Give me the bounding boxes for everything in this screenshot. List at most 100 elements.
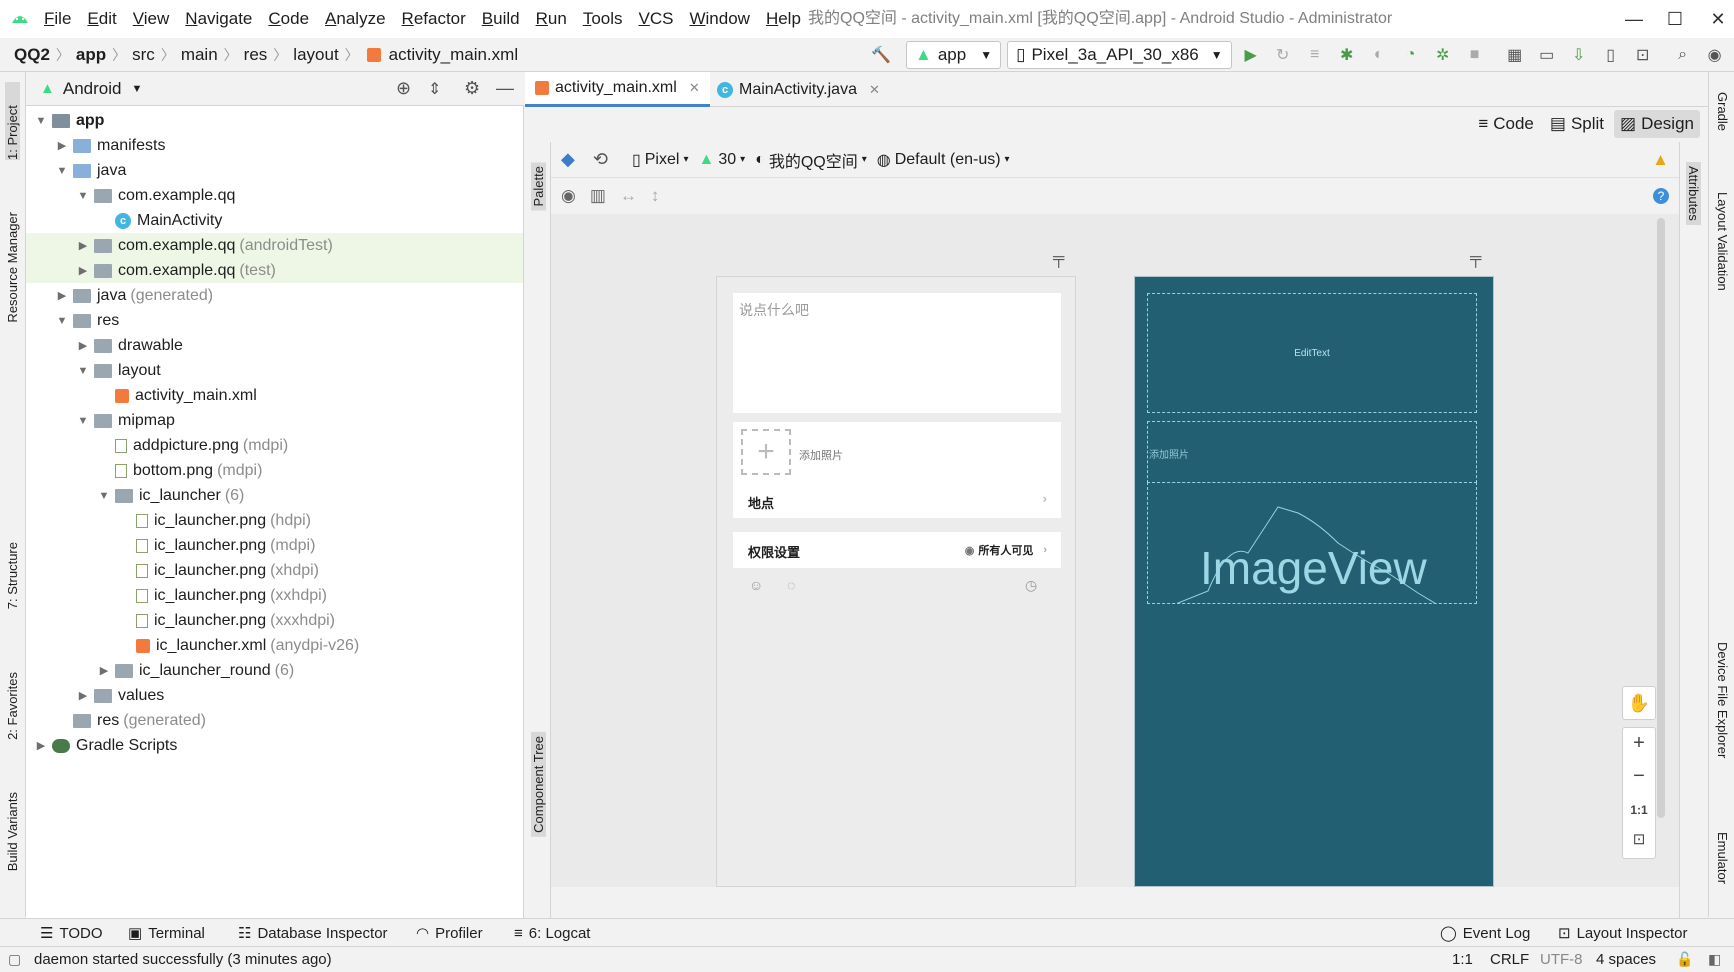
theme-menu[interactable]: ◐ 我的QQ空间 ▾ [755, 148, 867, 172]
database-inspector-tool-button[interactable]: ☷ Database Inspector [238, 919, 388, 947]
zoom-in-button[interactable]: + [1622, 732, 1656, 760]
expand-right-icon[interactable]: ▶ [55, 139, 69, 152]
attach-debugger-icon[interactable]: ✲ [1430, 42, 1456, 68]
split-mode-button[interactable]: ▤ Split [1544, 110, 1610, 138]
expand-down-icon[interactable]: ▼ [76, 415, 90, 427]
design-preview[interactable]: 说点什么吧 + 添加照片 地点 › 权限设置 ◉ 所有人可见 › ☺ ◌ ◷ [716, 276, 1076, 887]
tree-item[interactable]: ▼ ic_launcher (6) [26, 483, 523, 508]
apply-code-changes-icon[interactable]: ≡ [1302, 42, 1328, 68]
blueprint-add-photo[interactable]: 添加照片 [1147, 421, 1477, 483]
pin-icon[interactable]: ╤ [1470, 250, 1481, 268]
expand-right-icon[interactable]: ▶ [97, 664, 111, 677]
tab-main-activity-java[interactable]: c MainActivity.java ✕ [707, 72, 890, 107]
attributes-tool-tab[interactable]: Attributes [1686, 162, 1701, 225]
expand-down-icon[interactable]: ▼ [76, 365, 90, 377]
chevron-down-icon[interactable]: ▼ [131, 83, 142, 95]
stop-icon[interactable]: ■ [1462, 42, 1488, 68]
status-message[interactable]: daemon started successfully (3 minutes a… [34, 951, 332, 968]
tree-item[interactable]: ic_launcher.png (xxxhdpi) [26, 608, 523, 633]
menu-run[interactable]: Run [528, 0, 575, 38]
tree-item[interactable]: ▶ manifests [26, 133, 523, 158]
blueprint-edittext[interactable]: EditText [1147, 293, 1477, 413]
structure-tool-tab[interactable]: 7: Structure [5, 542, 20, 609]
design-mode-button[interactable]: ▨ Design [1614, 110, 1700, 138]
indent-setting[interactable]: 4 spaces [1596, 951, 1656, 968]
hammer-icon[interactable]: 🔨 [868, 42, 894, 68]
close-icon[interactable]: ✕ [1688, 0, 1734, 38]
layout-validation-tool-tab[interactable]: Layout Validation [1715, 192, 1730, 291]
expand-down-icon[interactable]: ▼ [76, 190, 90, 202]
user-icon[interactable]: ◉ [1702, 42, 1728, 68]
todo-tool-button[interactable]: ☰ TODO [40, 919, 103, 947]
tree-item[interactable]: activity_main.xml [26, 383, 523, 408]
file-encoding[interactable]: UTF-8 [1540, 951, 1583, 968]
breadcrumb-module[interactable]: app [76, 45, 106, 65]
edit-text-preview[interactable]: 说点什么吧 [733, 293, 1061, 413]
tree-item[interactable]: ic_launcher.png (hdpi) [26, 508, 523, 533]
expand-down-icon[interactable]: ▼ [97, 490, 111, 502]
tree-item[interactable]: ▶ java (generated) [26, 283, 523, 308]
avd-manager-icon[interactable]: ▭ [1534, 42, 1560, 68]
close-tab-icon[interactable]: ✕ [869, 82, 880, 98]
menu-build[interactable]: Build [474, 0, 528, 38]
tree-item[interactable]: ▶ ic_launcher_round (6) [26, 658, 523, 683]
tree-item[interactable]: ▼ res [26, 308, 523, 333]
locate-icon[interactable]: ⊕ [396, 78, 411, 99]
menu-help[interactable]: Help [758, 0, 809, 38]
permission-row[interactable]: 权限设置 ◉ 所有人可见 › [733, 532, 1061, 568]
menu-vcs[interactable]: VCS [631, 0, 682, 38]
code-mode-button[interactable]: ≡ Code [1472, 110, 1540, 138]
locale-menu[interactable]: ◍ Default (en-us) ▾ [877, 150, 1010, 170]
toggle-tool-windows-icon[interactable]: ▢ [8, 951, 21, 968]
horizontal-resize-icon[interactable]: ↔ [620, 186, 637, 206]
emulator-tool-tab[interactable]: Emulator [1715, 832, 1730, 884]
tree-item[interactable]: ▼ mipmap [26, 408, 523, 433]
expand-down-icon[interactable]: ▼ [55, 165, 69, 177]
device-select[interactable]: ▯ Pixel_3a_API_30_x86 ▼ [1007, 41, 1232, 69]
menu-code[interactable]: Code [260, 0, 317, 38]
tree-item[interactable]: ▼ com.example.qq [26, 183, 523, 208]
caret-position[interactable]: 1:1 [1452, 951, 1473, 968]
run-icon[interactable]: ▶ [1238, 42, 1264, 68]
breadcrumb-src[interactable]: src [132, 45, 155, 65]
sdk-manager-icon[interactable]: ⇩ [1566, 42, 1592, 68]
tree-item[interactable]: ▶ values [26, 683, 523, 708]
canvas-scrollbar[interactable] [1657, 218, 1665, 818]
favorites-tool-tab[interactable]: 2: Favorites [5, 672, 20, 740]
tab-activity-main-xml[interactable]: activity_main.xml ✕ [525, 72, 710, 107]
eye-icon[interactable]: ◉ [561, 186, 576, 206]
blueprint-preview[interactable]: EditText 添加照片 ImageView [1134, 276, 1494, 887]
sync-project-icon[interactable]: ▦ [1502, 42, 1528, 68]
device-file-explorer-tool-tab[interactable]: Device File Explorer [1715, 642, 1730, 758]
menu-file[interactable]: File [36, 0, 79, 38]
pin-icon[interactable]: ╤ [1053, 250, 1064, 268]
expand-right-icon[interactable]: ▶ [76, 339, 90, 352]
tree-item[interactable]: ▶ com.example.qq (test) [26, 258, 523, 283]
tree-item[interactable]: res (generated) [26, 708, 523, 733]
tree-item[interactable]: ▼ layout [26, 358, 523, 383]
palette-tool-tab[interactable]: Palette [531, 162, 546, 211]
gear-icon[interactable]: ⚙ [464, 78, 480, 99]
breadcrumb-layout[interactable]: layout [293, 45, 338, 65]
project-tool-tab[interactable]: 1: Project [5, 82, 20, 160]
pan-icon[interactable]: ✋ [1622, 686, 1656, 720]
tree-item[interactable]: ic_launcher.png (mdpi) [26, 533, 523, 558]
memory-indicator-icon[interactable]: ◧ [1708, 951, 1721, 968]
breadcrumb-project[interactable]: QQ2 [14, 45, 50, 65]
menu-refactor[interactable]: Refactor [394, 0, 474, 38]
tree-item[interactable]: ▶ com.example.qq (androidTest) [26, 233, 523, 258]
orientation-icon[interactable]: ⟲ [593, 149, 608, 170]
close-tab-icon[interactable]: ✕ [689, 80, 700, 96]
expand-right-icon[interactable]: ▶ [76, 689, 90, 702]
expand-right-icon[interactable]: ▶ [55, 289, 69, 302]
tree-item[interactable]: ic_launcher.png (xhdpi) [26, 558, 523, 583]
blueprint-toggle-icon[interactable]: ▥ [590, 186, 606, 206]
expand-down-icon[interactable]: ▼ [55, 315, 69, 327]
lock-icon[interactable]: 🔓 [1676, 951, 1693, 968]
search-icon[interactable]: ⌕ [1670, 42, 1696, 68]
menu-navigate[interactable]: Navigate [177, 0, 260, 38]
tree-item[interactable]: bottom.png (mdpi) [26, 458, 523, 483]
zoom-to-fit-icon[interactable]: ⊡ [1622, 830, 1656, 848]
device-menu[interactable]: ▯ Pixel ▾ [632, 150, 689, 170]
layout-inspector-icon[interactable]: ⊡ [1630, 42, 1656, 68]
